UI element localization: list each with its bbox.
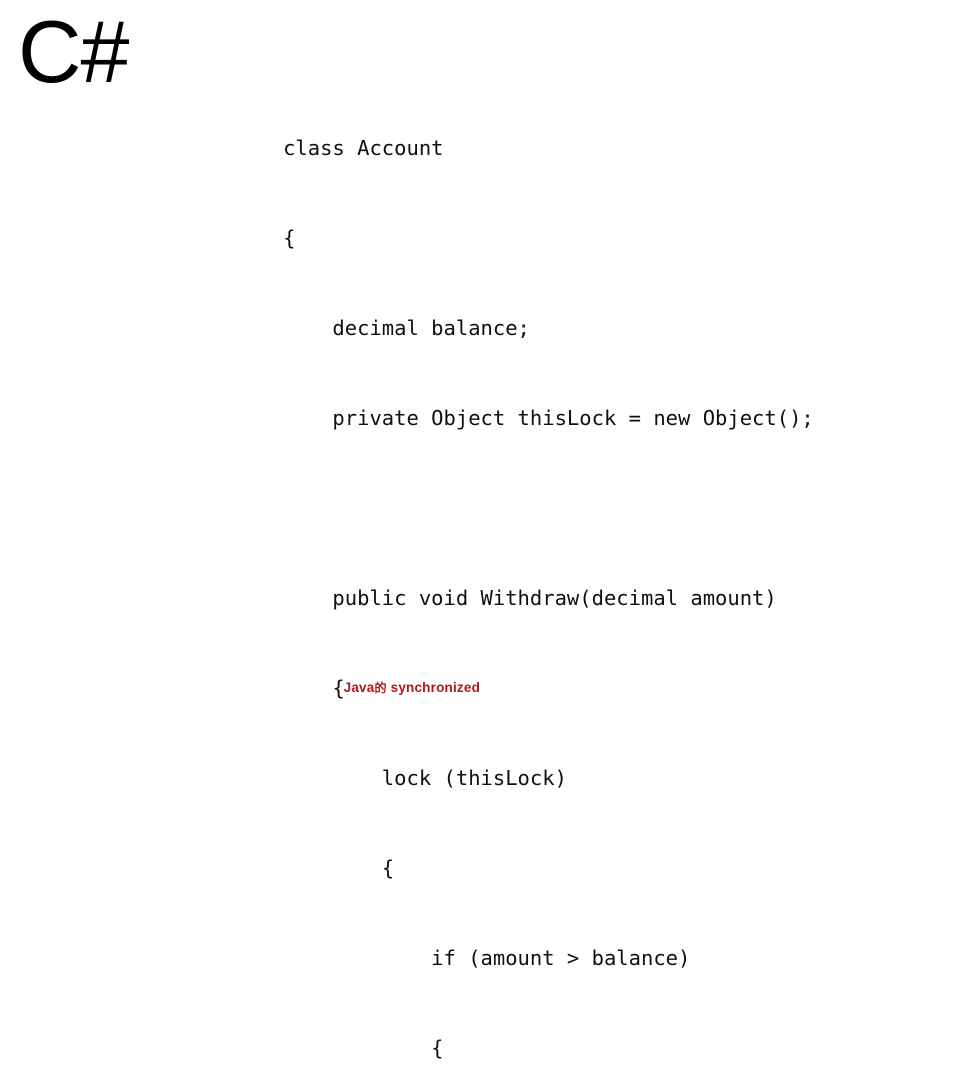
- code-line-text: if (amount > balance): [283, 946, 691, 970]
- code-line: lock (thisLock): [209, 733, 960, 790]
- code-line: {: [209, 823, 960, 880]
- code-line-text: decimal balance;: [283, 316, 530, 340]
- code-line-text: private Object thisLock = new Object();: [283, 406, 814, 430]
- code-line: public void Withdraw(decimal amount): [209, 553, 960, 610]
- code-line: {: [209, 1003, 960, 1060]
- code-line-text: public void Withdraw(decimal amount): [283, 586, 777, 610]
- code-line-with-annotation: { Java的 synchronized: [209, 643, 960, 700]
- code-line: decimal balance;: [209, 283, 960, 340]
- code-block: class Account { decimal balance; private…: [209, 13, 960, 1080]
- code-line: if (amount > balance): [209, 913, 960, 970]
- code-line: {: [209, 193, 960, 250]
- java-synchronized-annotation: Java的 synchronized: [312, 643, 480, 733]
- annotation-cjk-particle: 的: [374, 681, 387, 695]
- csharp-logo: C#: [18, 2, 129, 101]
- code-line-text: class Account: [283, 136, 444, 160]
- slide-canvas: C# class Account { decimal balance; priv…: [0, 0, 960, 1060]
- code-line-text: {: [283, 226, 296, 250]
- code-line-text: lock (thisLock): [283, 766, 567, 790]
- annotation-prefix: Java: [343, 680, 375, 695]
- annotation-suffix: synchronized: [386, 680, 481, 695]
- code-line: private Object thisLock = new Object();: [209, 373, 960, 430]
- code-line-text: {: [283, 856, 395, 880]
- code-line-text: {: [283, 1036, 444, 1060]
- code-line: class Account: [209, 103, 960, 160]
